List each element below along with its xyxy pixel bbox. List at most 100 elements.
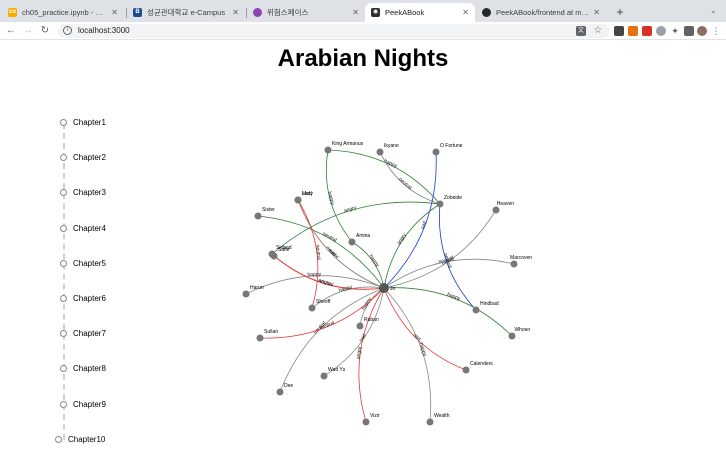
chapter-label: Chapter8 <box>73 364 106 374</box>
graph-node-label: Sheriff <box>316 299 331 305</box>
chapter-item-3[interactable]: Chapter3 <box>60 188 106 197</box>
close-icon[interactable]: ✕ <box>462 8 469 17</box>
graph-center-label: Jo <box>390 286 396 292</box>
back-button[interactable]: ← <box>5 24 17 38</box>
graph-node[interactable] <box>376 148 384 156</box>
address-url[interactable]: localhost:3000 <box>78 25 130 37</box>
close-icon[interactable]: ✕ <box>352 8 359 17</box>
sidebar-icon[interactable] <box>684 26 694 36</box>
graph-node-label: Sister <box>262 207 275 213</box>
graph-node[interactable] <box>348 238 356 246</box>
reload-button[interactable]: ↻ <box>39 24 51 38</box>
edge-label: happy <box>338 284 353 294</box>
graph-edge <box>383 209 497 289</box>
browser-toolbar: ← → ↻ i localhost:3000 文 ☆ ✦ ⋮ <box>0 22 726 40</box>
edge-label: happy <box>368 254 381 269</box>
graph-node[interactable] <box>270 252 278 260</box>
graph-edge <box>327 148 441 205</box>
space-icon <box>253 8 262 17</box>
chapter-label: Chapter2 <box>73 153 106 163</box>
chapter-item-2[interactable]: Chapter2 <box>60 153 106 162</box>
ecampus-icon: B <box>133 8 142 17</box>
edge-label: happy <box>418 342 428 357</box>
graph-node[interactable] <box>308 304 316 312</box>
peekabook-icon: ◉ <box>371 8 380 17</box>
chapter-dot <box>60 154 67 162</box>
graph-node-label: Marcoven <box>510 255 532 261</box>
tab-colab[interactable]: co ch05_practice.ipynb - Colabor ✕ <box>2 3 124 22</box>
tab-ecampus[interactable]: B 성균관대학교 e-Campus ✕ <box>127 3 245 22</box>
graph-node-label: Dee <box>284 383 293 389</box>
graph-node[interactable] <box>508 332 516 340</box>
graph-edge <box>383 203 441 289</box>
new-tab-button[interactable]: + <box>613 4 627 20</box>
page-title: Arabian Nights <box>277 45 449 72</box>
chapter-label: Chapter10 <box>68 434 106 444</box>
avatar[interactable] <box>697 26 707 36</box>
graph-node[interactable] <box>320 372 328 380</box>
character-graph[interactable]: happyneutralsadangryhappyneutralneutralh… <box>240 140 560 440</box>
chapter-label: Chapter5 <box>73 258 106 268</box>
graph-node[interactable] <box>242 290 250 298</box>
graph-node[interactable] <box>436 200 444 208</box>
edge-label: neutral <box>321 231 337 244</box>
chapter-item-1[interactable]: Chapter1 <box>60 118 106 127</box>
tab-search-icon[interactable]: ⌄ <box>710 6 717 15</box>
bookmark-star-icon[interactable]: ☆ <box>593 26 603 36</box>
graph-node-label: Ikyane <box>384 143 399 149</box>
extension-icon[interactable] <box>642 26 652 36</box>
chapter-label: Chapter6 <box>73 294 106 303</box>
colab-icon: co <box>8 8 17 17</box>
graph-edge <box>297 199 319 309</box>
graph-center-node[interactable] <box>379 283 389 293</box>
close-icon[interactable]: ✕ <box>111 8 118 17</box>
menu-icon[interactable]: ⋮ <box>711 26 721 36</box>
graph-node[interactable] <box>510 260 518 268</box>
graph-node-label: Sultan <box>264 329 278 335</box>
chapter-item-8[interactable]: Chapter8 <box>60 364 106 373</box>
tab-peekabook[interactable]: ◉ PeekABook ✕ <box>365 3 475 22</box>
graph-node-label: Safie <box>278 247 290 253</box>
forward-button[interactable]: → <box>22 24 34 38</box>
address-bar[interactable]: i localhost:3000 <box>58 24 610 38</box>
tab-space[interactable]: 위험스페이스 ✕ <box>247 3 365 22</box>
graph-node-label: Whoso <box>514 327 530 333</box>
graph-node[interactable] <box>462 366 470 374</box>
graph-node-label: O Fortune <box>440 143 463 149</box>
chapter-item-4[interactable]: Chapter4 <box>60 224 106 233</box>
graph-node[interactable] <box>256 334 264 342</box>
graph-node[interactable] <box>432 148 440 156</box>
extension-icon[interactable] <box>614 26 624 36</box>
extension-icon[interactable] <box>628 26 638 36</box>
chapter-item-7[interactable]: Chapter7 <box>60 329 106 338</box>
close-icon[interactable]: ✕ <box>593 8 600 17</box>
graph-node-label: Wealth <box>434 413 450 419</box>
graph-node[interactable] <box>356 322 364 330</box>
chapter-dot <box>60 189 67 197</box>
graph-node[interactable] <box>472 306 480 314</box>
chapter-item-9[interactable]: Chapter9 <box>60 400 106 409</box>
graph-node[interactable] <box>294 196 302 204</box>
chapter-label: Chapter7 <box>73 329 106 339</box>
edge-label: neutral <box>314 244 322 260</box>
chapter-item-10[interactable]: Chapter10 <box>55 435 105 444</box>
chapter-item-5[interactable]: Chapter5 <box>60 259 106 268</box>
translate-icon[interactable]: 文 <box>576 26 586 36</box>
graph-node-label: Mad <box>302 191 312 197</box>
graph-node[interactable] <box>492 206 500 214</box>
graph-node[interactable] <box>426 418 434 426</box>
graph-node[interactable] <box>276 388 284 396</box>
github-icon <box>482 8 491 17</box>
edge-label: neutral <box>318 278 334 288</box>
close-icon[interactable]: ✕ <box>232 8 239 17</box>
graph-node[interactable] <box>254 212 262 220</box>
puzzle-icon[interactable]: ✦ <box>670 26 680 36</box>
graph-node[interactable] <box>362 418 370 426</box>
timeline-line <box>63 123 65 440</box>
tab-bar: co ch05_practice.ipynb - Colabor ✕ B 성균관… <box>0 0 726 22</box>
info-icon[interactable]: i <box>63 26 72 35</box>
tab-github[interactable]: PeekABook/frontend at main · ✕ <box>476 3 606 22</box>
chapter-item-6[interactable]: Chapter6 <box>60 294 106 303</box>
graph-node[interactable] <box>324 146 332 154</box>
extension-icon[interactable] <box>656 26 666 36</box>
